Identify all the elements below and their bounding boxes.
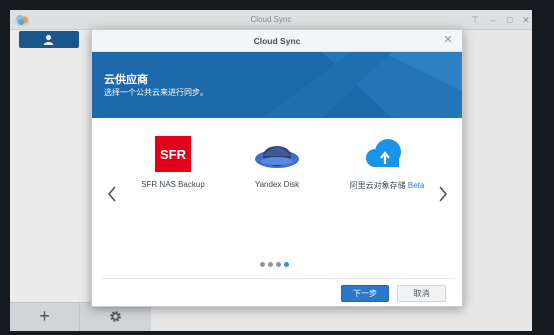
provider-sfr[interactable]: SFR SFR NAS Backup — [128, 136, 218, 200]
cancel-button[interactable]: 取消 — [397, 285, 446, 302]
provider-yandex-disk[interactable]: Yandex Disk — [232, 136, 322, 200]
aliyun-oss-logo-icon — [366, 139, 401, 167]
pagination-dot-active[interactable] — [284, 262, 289, 267]
pagination-dot[interactable] — [276, 262, 281, 267]
provider-name: Yandex Disk — [254, 180, 300, 189]
dialog-banner: 云供应商 选择一个公共云来进行同步。 — [92, 52, 462, 118]
pagination-dot[interactable] — [260, 262, 265, 267]
chevron-right-icon[interactable] — [437, 184, 449, 204]
provider-carousel: SFR SFR NAS Backup Yandex Disk 阿里云对象存储 B… — [92, 118, 462, 278]
banner-title: 云供应商 — [104, 74, 148, 86]
footer-divider — [102, 278, 454, 279]
yandex-disk-logo-icon — [255, 146, 299, 168]
svg-text:SFR: SFR — [160, 147, 187, 162]
pagination-dot[interactable] — [268, 262, 273, 267]
cloud-provider-dialog: Cloud Sync ✕ 云供应商 选择一个公共云来进行同步。 SFR SFR … — [91, 29, 463, 307]
provider-name: SFR NAS Backup — [141, 180, 205, 189]
dialog-titlebar[interactable]: Cloud Sync ✕ — [92, 30, 462, 52]
dialog-title: Cloud Sync — [253, 36, 301, 46]
chevron-left-icon[interactable] — [106, 184, 118, 204]
next-button[interactable]: 下一步 — [341, 285, 389, 302]
banner-subtitle: 选择一个公共云来进行同步。 — [104, 88, 208, 97]
dialog-close-icon[interactable]: ✕ — [442, 34, 454, 46]
provider-aliyun-oss[interactable]: 阿里云对象存储 Beta — [337, 136, 437, 200]
provider-name: 阿里云对象存储 Beta — [349, 181, 425, 190]
beta-badge: Beta — [407, 181, 425, 190]
sfr-logo-icon: SFR — [155, 136, 191, 172]
